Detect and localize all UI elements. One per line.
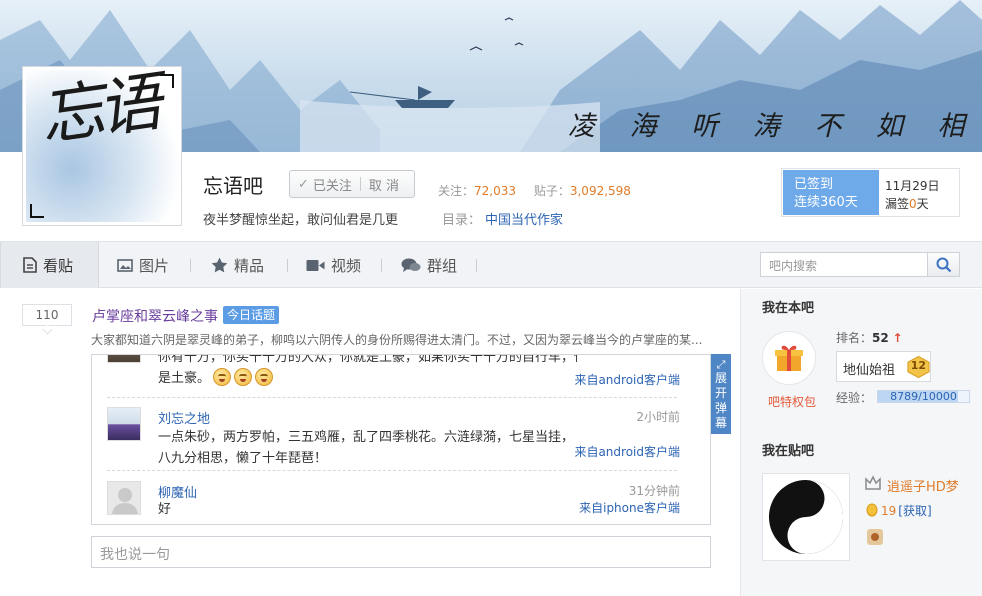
- checkmark-icon: ✓: [298, 176, 309, 192]
- yin-yang-icon: [768, 479, 844, 555]
- reply-input[interactable]: 我也说一句: [91, 536, 711, 568]
- my-tieba-title: 我在贴吧: [762, 444, 815, 459]
- expand-icon: ⤢: [716, 358, 726, 371]
- thread-abstract: 大家都知道六阴是翠灵峰的弟子，柳鸣以六阴传人的身份所赐得进太清门。不过，又因为翠…: [91, 333, 703, 347]
- my-forum-title: 我在本吧: [762, 301, 815, 316]
- forum-stats: 关注：72,033 贴子：3,092,598: [438, 184, 631, 198]
- expand-danmaku-button[interactable]: ⤢ 展开弹幕: [711, 354, 731, 434]
- follow-label: 已关注: [312, 178, 352, 194]
- crown-icon: [865, 475, 881, 490]
- exp-progress-bar: 8789/10000: [877, 390, 970, 403]
- unfollow-button[interactable]: 取 消: [361, 175, 399, 194]
- tab-images[interactable]: 图片: [117, 242, 169, 288]
- chat-icon: [401, 258, 421, 272]
- video-icon: [306, 259, 325, 271]
- follow-button[interactable]: ✓ 已关注 取 消: [289, 170, 415, 198]
- user-avatar[interactable]: [762, 473, 850, 561]
- forum-logo[interactable]: 忘语: [22, 66, 182, 226]
- level-title-badge[interactable]: 地仙始祖 12: [836, 351, 931, 382]
- comment-time: 31分钟前: [628, 484, 680, 498]
- avatar[interactable]: [107, 355, 141, 363]
- logo-calligraphy: 忘语: [35, 70, 161, 156]
- privilege-pack-button[interactable]: [762, 331, 816, 385]
- comment-source[interactable]: 来自iphone客户端: [579, 499, 680, 516]
- signin-status[interactable]: 已签到 连续360天: [783, 170, 879, 215]
- get-coins-link[interactable]: [获取]: [898, 504, 931, 518]
- comment-text: 一点朱砂，两方罗帕，三五鸡雁，乱了四季桃花。六涟绿漪，七星当挂，八九分相思，懒了…: [158, 430, 575, 466]
- coin-count: 19 [获取]: [881, 504, 932, 518]
- hot-topic-badge[interactable]: 今日话题: [223, 306, 280, 324]
- signin-box[interactable]: 已签到 连续360天 11月29日 漏签0天: [781, 168, 960, 217]
- exp-label: 经验：: [836, 391, 873, 405]
- directory-link[interactable]: 中国当代作家: [485, 213, 563, 228]
- smile-emoticon-icon: [213, 368, 232, 386]
- banner-slogan: 凌 海 听 涛 不 如 相 忘 江 湖: [568, 111, 982, 142]
- forum-directory: 目录： 中国当代作家: [442, 213, 564, 228]
- forum-name[interactable]: 忘语吧: [203, 170, 263, 199]
- comment-text: 好: [158, 502, 172, 517]
- forum-search-input[interactable]: 吧内搜索: [760, 252, 928, 277]
- comment-author[interactable]: 刘忘之地: [158, 408, 210, 427]
- avatar[interactable]: [107, 481, 141, 515]
- comment-source[interactable]: 来自android客户端: [574, 443, 680, 460]
- tab-groups[interactable]: 群组: [401, 242, 457, 288]
- reply-count-badge: 110: [22, 304, 72, 326]
- username-link[interactable]: 逍遥子HD梦: [887, 476, 959, 495]
- tab-video[interactable]: 视频: [306, 242, 361, 288]
- search-button[interactable]: [927, 252, 960, 277]
- rank-up-arrow-icon: ↑: [892, 331, 903, 345]
- image-icon: [117, 258, 133, 272]
- smile-emoticon-icon: [255, 368, 274, 386]
- comment-panel: 你有千万，你买千千万的大众，你就是土豪，如果你买千千万的自行车，你就 是土豪。 …: [91, 354, 711, 525]
- comment-time: 2小时前: [636, 410, 680, 424]
- document-icon: [23, 257, 37, 273]
- medal-icon[interactable]: [867, 529, 883, 545]
- follow-count: 72,033: [474, 184, 517, 198]
- star-icon: [211, 257, 228, 273]
- default-avatar-icon: [112, 488, 138, 514]
- thread-title-link[interactable]: 卢掌座和翠云峰之事: [92, 306, 218, 326]
- tcoin-icon: [866, 503, 878, 517]
- tab-posts[interactable]: 看贴: [0, 242, 99, 288]
- smile-emoticon-icon: [234, 368, 253, 386]
- tab-featured[interactable]: 精品: [211, 242, 264, 288]
- signin-date: 11月29日 漏签0天: [885, 179, 940, 211]
- avatar[interactable]: [107, 407, 141, 441]
- forum-motto: 夜半梦醒惊坐起，敢问仙君是几更: [203, 213, 399, 228]
- privilege-label[interactable]: 吧特权包: [768, 393, 816, 410]
- gift-icon: [775, 345, 803, 371]
- comment-source[interactable]: 来自android客户端: [574, 371, 680, 388]
- search-icon: [936, 257, 951, 272]
- rank-info: 排名：52 ↑: [836, 331, 903, 345]
- post-count: 3,092,598: [569, 184, 631, 198]
